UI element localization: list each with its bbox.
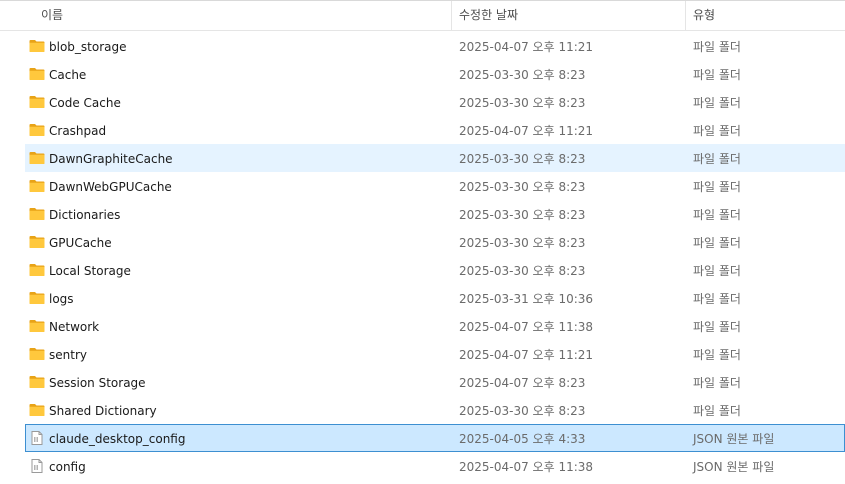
- json-file-icon: [29, 459, 45, 473]
- folder-icon: [29, 67, 45, 81]
- file-row[interactable]: Network 2025-04-07 오후 11:38 파일 폴더: [25, 312, 845, 340]
- file-row[interactable]: sentry 2025-04-07 오후 11:21 파일 폴더: [25, 340, 845, 368]
- file-name: blob_storage: [49, 40, 127, 54]
- file-date-modified: 2025-03-31 오후 10:36: [459, 292, 594, 306]
- file-type: 파일 폴더: [693, 180, 741, 194]
- file-type: 파일 폴더: [693, 152, 741, 166]
- file-type: 파일 폴더: [693, 124, 741, 138]
- file-type: 파일 폴더: [693, 376, 741, 390]
- file-row[interactable]: DawnGraphiteCache 2025-03-30 오후 8:23 파일 폴더: [25, 144, 845, 172]
- file-name: sentry: [49, 348, 87, 362]
- file-date-modified: 2025-03-30 오후 8:23: [459, 152, 586, 166]
- file-date-modified: 2025-04-07 오후 8:23: [459, 376, 586, 390]
- folder-icon: [29, 403, 45, 417]
- file-type: 파일 폴더: [693, 264, 741, 278]
- folder-icon: [29, 95, 45, 109]
- file-type: 파일 폴더: [693, 68, 741, 82]
- file-date-modified: 2025-04-07 오후 11:21: [459, 40, 594, 54]
- file-type: 파일 폴더: [693, 320, 741, 334]
- file-row[interactable]: Cache 2025-03-30 오후 8:23 파일 폴더: [25, 60, 845, 88]
- folder-icon: [29, 207, 45, 221]
- file-name: Cache: [49, 68, 87, 82]
- folder-icon: [29, 123, 45, 137]
- folder-icon: [29, 39, 45, 53]
- file-date-modified: 2025-03-30 오후 8:23: [459, 264, 586, 278]
- file-name: Shared Dictionary: [49, 404, 157, 418]
- file-row[interactable]: GPUCache 2025-03-30 오후 8:23 파일 폴더: [25, 228, 845, 256]
- column-header-type[interactable]: 유형: [693, 1, 833, 30]
- file-row[interactable]: logs 2025-03-31 오후 10:36 파일 폴더: [25, 284, 845, 312]
- file-name: DawnWebGPUCache: [49, 180, 172, 194]
- column-divider[interactable]: [685, 1, 686, 30]
- file-name: Code Cache: [49, 96, 121, 110]
- folder-icon: [29, 151, 45, 165]
- folder-icon: [29, 375, 45, 389]
- file-type: JSON 원본 파일: [693, 460, 775, 474]
- file-name: claude_desktop_config: [49, 432, 186, 446]
- file-type: 파일 폴더: [693, 40, 741, 54]
- file-row[interactable]: Shared Dictionary 2025-03-30 오후 8:23 파일 폴더: [25, 396, 845, 424]
- file-row[interactable]: claude_desktop_config 2025-04-05 오후 4:33 J…: [25, 424, 845, 452]
- folder-icon: [29, 291, 45, 305]
- folder-icon: [29, 347, 45, 361]
- file-name: Session Storage: [49, 376, 146, 390]
- folder-icon: [29, 179, 45, 193]
- column-header-date-modified[interactable]: 수정한 날짜: [459, 1, 679, 30]
- file-type: 파일 폴더: [693, 348, 741, 362]
- file-date-modified: 2025-04-07 오후 11:21: [459, 348, 594, 362]
- folder-icon: [29, 263, 45, 277]
- file-date-modified: 2025-03-30 오후 8:23: [459, 404, 586, 418]
- file-name: Network: [49, 320, 100, 334]
- file-name: Dictionaries: [49, 208, 121, 222]
- file-date-modified: 2025-03-30 오후 8:23: [459, 180, 586, 194]
- file-row[interactable]: Dictionaries 2025-03-30 오후 8:23 파일 폴더: [25, 200, 845, 228]
- file-date-modified: 2025-04-07 오후 11:21: [459, 124, 594, 138]
- file-date-modified: 2025-03-30 오후 8:23: [459, 236, 586, 250]
- file-list: blob_storage 2025-04-07 오후 11:21 파일 폴더 Cach…: [0, 32, 845, 480]
- folder-icon: [29, 235, 45, 249]
- file-type: 파일 폴더: [693, 404, 741, 418]
- file-date-modified: 2025-04-05 오후 4:33: [459, 432, 586, 446]
- file-type: 파일 폴더: [693, 292, 741, 306]
- file-date-modified: 2025-04-07 오후 11:38: [459, 320, 594, 334]
- file-name: Crashpad: [49, 124, 107, 138]
- file-date-modified: 2025-03-30 오후 8:23: [459, 208, 586, 222]
- file-explorer-list: 이름 ^ 수정한 날짜 유형 blob_storage 2025-04-07 오후…: [0, 0, 845, 484]
- file-name: config: [49, 460, 86, 474]
- file-row[interactable]: config 2025-04-07 오후 11:38 JSON 원본 파일: [25, 452, 845, 480]
- file-row[interactable]: DawnWebGPUCache 2025-03-30 오후 8:23 파일 폴더: [25, 172, 845, 200]
- sort-ascending-icon: ^: [238, 0, 248, 8]
- file-type: JSON 원본 파일: [693, 432, 775, 446]
- file-row[interactable]: Code Cache 2025-03-30 오후 8:23 파일 폴더: [25, 88, 845, 116]
- column-divider[interactable]: [451, 1, 452, 30]
- folder-icon: [29, 319, 45, 333]
- file-row[interactable]: blob_storage 2025-04-07 오후 11:21 파일 폴더: [25, 32, 845, 60]
- file-name: DawnGraphiteCache: [49, 152, 173, 166]
- file-row[interactable]: Crashpad 2025-04-07 오후 11:21 파일 폴더: [25, 116, 845, 144]
- file-type: 파일 폴더: [693, 96, 741, 110]
- file-date-modified: 2025-03-30 오후 8:23: [459, 96, 586, 110]
- json-file-icon: [29, 431, 45, 445]
- file-type: 파일 폴더: [693, 208, 741, 222]
- file-row[interactable]: Local Storage 2025-03-30 오후 8:23 파일 폴더: [25, 256, 845, 284]
- file-date-modified: 2025-04-07 오후 11:38: [459, 460, 594, 474]
- file-type: 파일 폴더: [693, 236, 741, 250]
- file-name: Local Storage: [49, 264, 131, 278]
- file-row[interactable]: Session Storage 2025-04-07 오후 8:23 파일 폴더: [25, 368, 845, 396]
- file-name: logs: [49, 292, 74, 306]
- file-name: GPUCache: [49, 236, 112, 250]
- file-date-modified: 2025-03-30 오후 8:23: [459, 68, 586, 82]
- column-header-bar: 이름 ^ 수정한 날짜 유형: [0, 0, 845, 31]
